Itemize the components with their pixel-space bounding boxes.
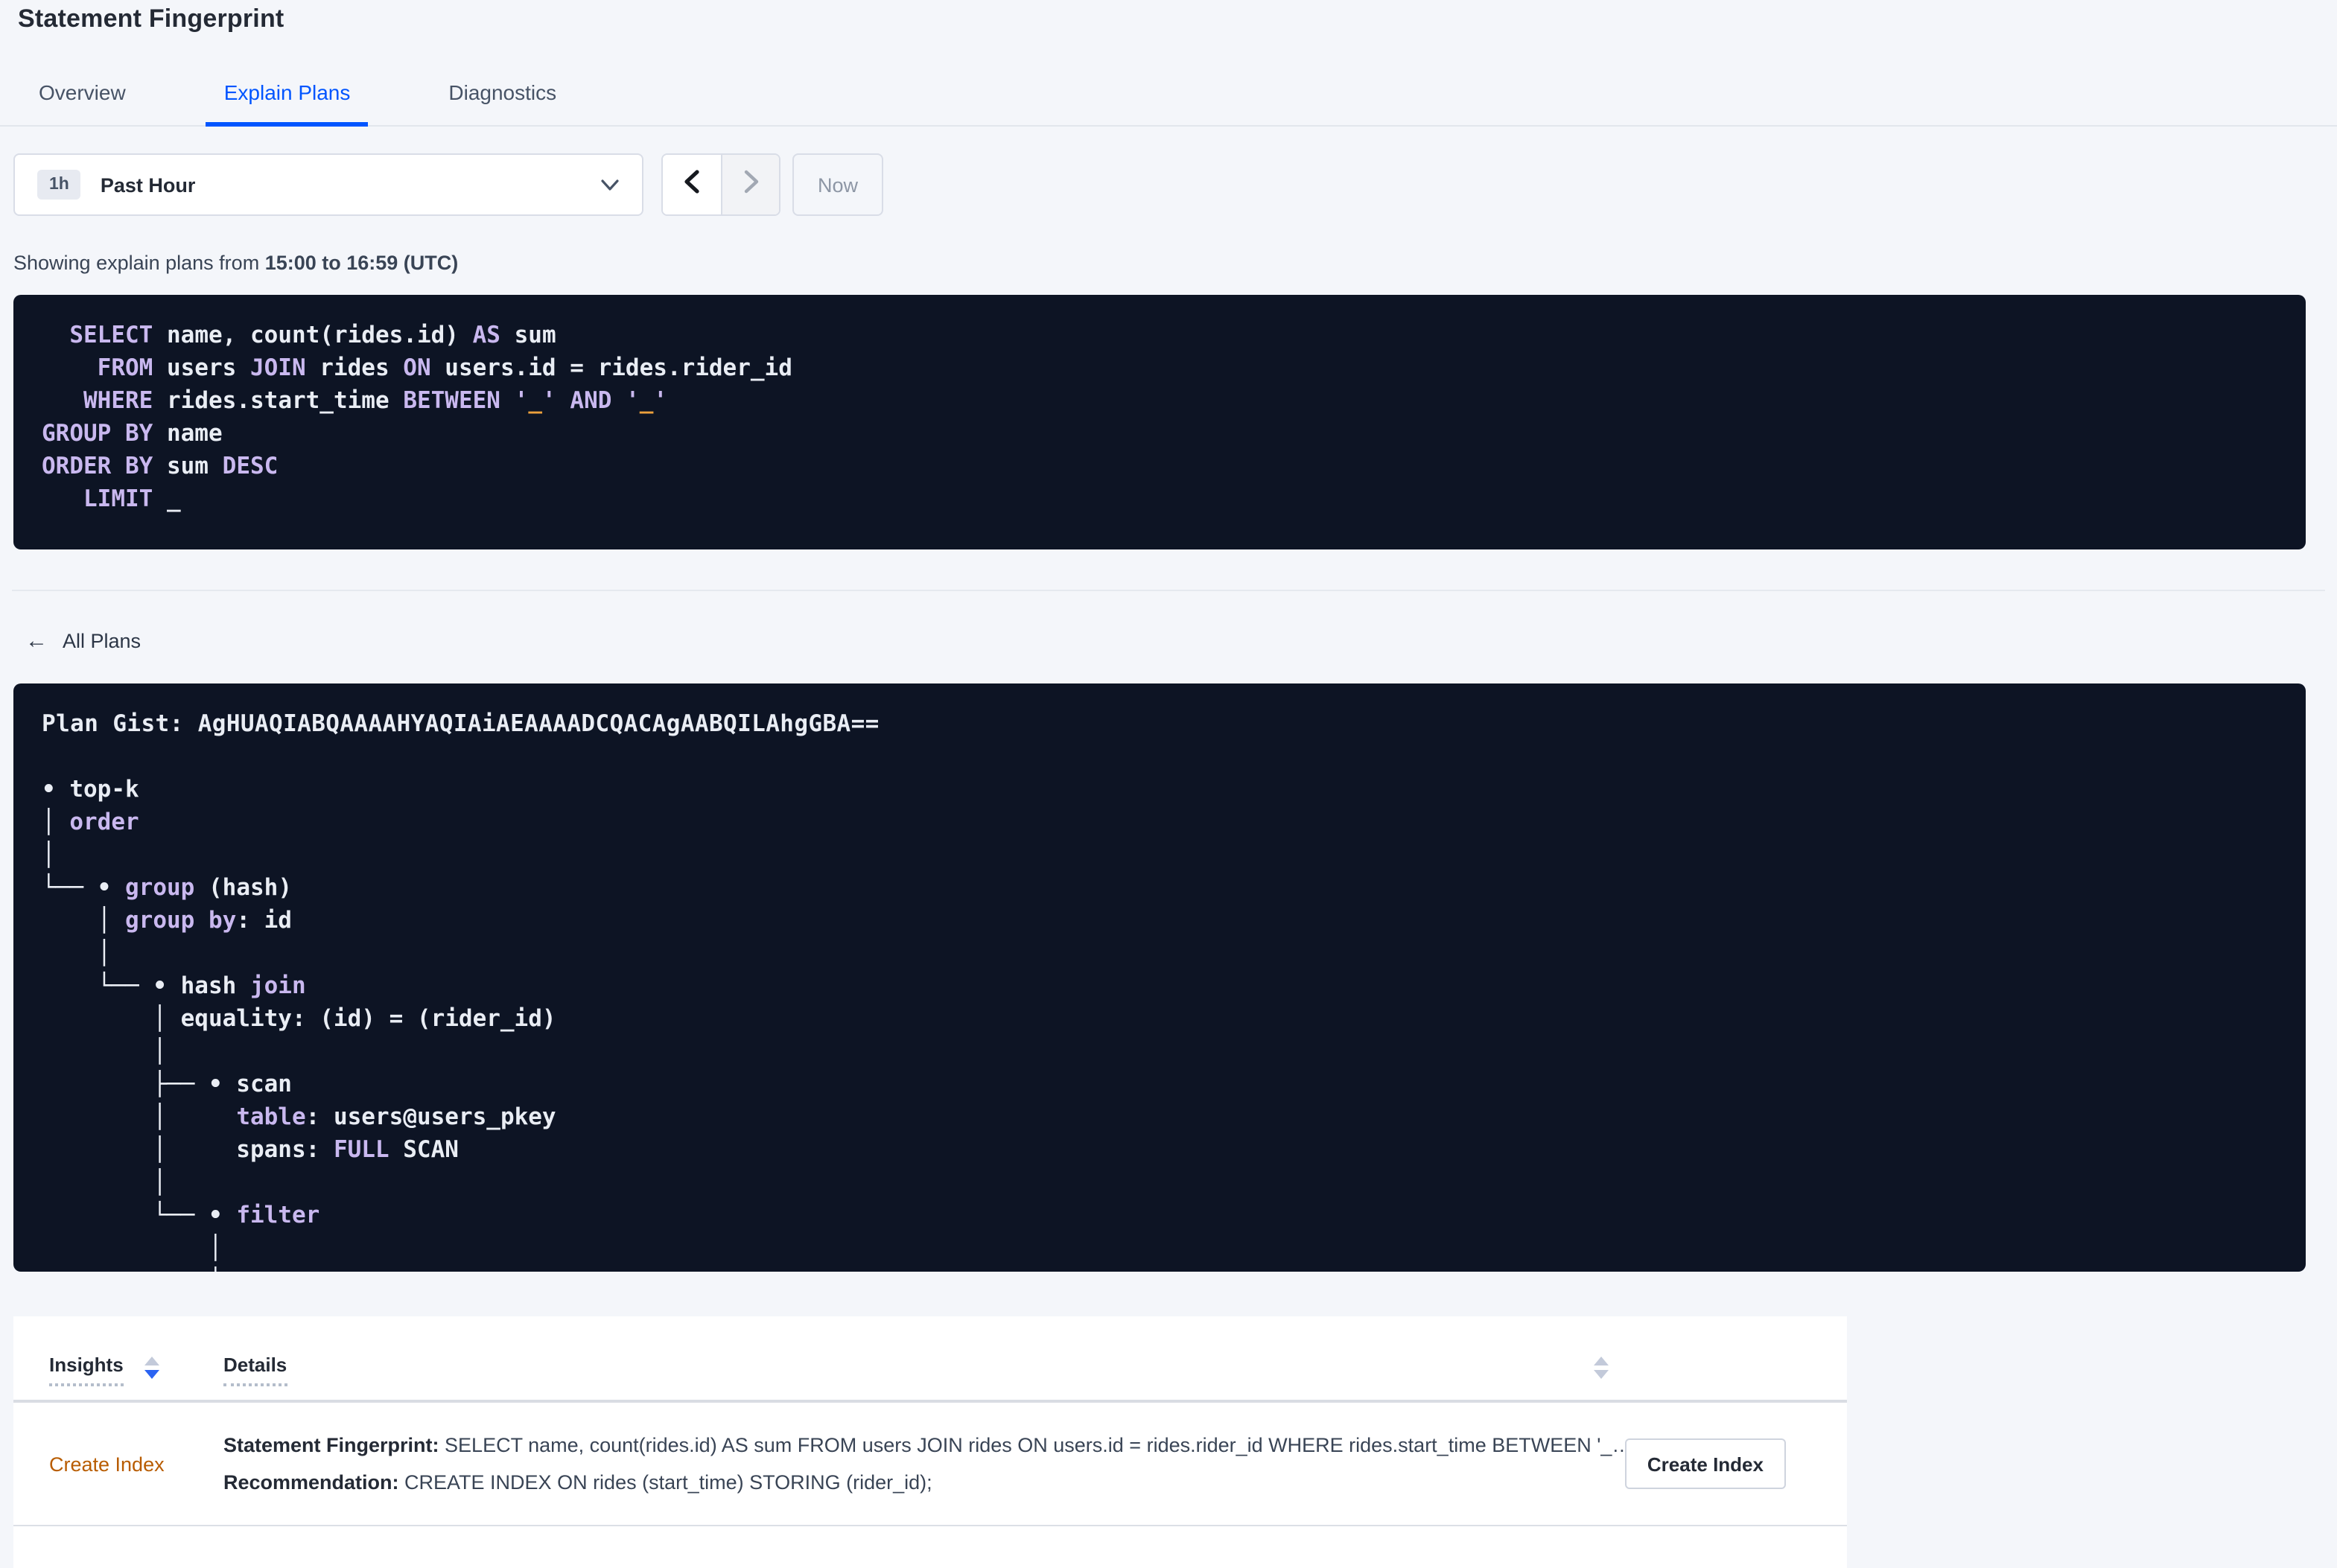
plan-gist-block: Plan Gist: AgHUAQIABQAAAAHYAQIAiAEAAAADC… bbox=[13, 683, 2306, 1272]
tab-bar: Overview Explain Plans Diagnostics bbox=[0, 66, 2337, 127]
tab-explain-plans[interactable]: Explain Plans bbox=[206, 66, 369, 127]
insights-table: Insights Details Create Index Statement … bbox=[13, 1316, 1847, 1568]
section-divider bbox=[12, 590, 2325, 591]
insight-type-link[interactable]: Create Index bbox=[49, 1453, 223, 1475]
sort-up-arrow bbox=[144, 1357, 159, 1365]
sort-icon-details[interactable] bbox=[1594, 1354, 1609, 1386]
next-range-button[interactable] bbox=[721, 155, 779, 214]
all-plans-label: All Plans bbox=[63, 630, 142, 652]
all-plans-back-link[interactable]: ← All Plans bbox=[25, 628, 141, 654]
now-button[interactable]: Now bbox=[792, 153, 883, 216]
previous-range-button[interactable] bbox=[663, 155, 721, 214]
sort-down-arrow bbox=[1594, 1370, 1609, 1379]
arrow-left-icon: ← bbox=[25, 628, 48, 654]
table-row: Create Index Statement Fingerprint: SELE… bbox=[13, 1403, 1847, 1526]
statement-fingerprint-line: Statement Fingerprint: SELECT name, coun… bbox=[223, 1434, 1625, 1456]
chevron-left-icon bbox=[684, 169, 700, 200]
time-range-label: Past Hour bbox=[100, 173, 196, 196]
showing-range-text: Showing explain plans from 15:00 to 16:5… bbox=[13, 252, 459, 274]
recommendation-line: Recommendation: CREATE INDEX ON rides (s… bbox=[223, 1471, 932, 1494]
chevron-down-icon bbox=[600, 178, 620, 191]
sql-statement-block: SELECT name, count(rides.id) AS sum FROM… bbox=[13, 295, 2306, 549]
sort-icon-insights[interactable] bbox=[144, 1354, 159, 1379]
tab-overview[interactable]: Overview bbox=[21, 66, 144, 127]
sort-down-arrow bbox=[144, 1370, 159, 1379]
time-range-select[interactable]: 1h Past Hour bbox=[13, 153, 643, 216]
column-header-insights[interactable]: Insights bbox=[49, 1354, 124, 1386]
chevron-right-icon bbox=[743, 169, 759, 200]
page-title: Statement Fingerprint bbox=[18, 4, 284, 33]
time-controls: 1h Past Hour Now bbox=[13, 153, 2337, 216]
interval-badge: 1h bbox=[37, 170, 81, 200]
insights-table-header: Insights Details bbox=[13, 1316, 1847, 1403]
insight-details-cell: Statement Fingerprint: SELECT name, coun… bbox=[223, 1427, 1625, 1501]
time-range-value: 15:00 to 16:59 (UTC) bbox=[264, 252, 459, 274]
column-header-details[interactable]: Details bbox=[223, 1354, 287, 1386]
statement-fingerprint-page: Statement Fingerprint Overview Explain P… bbox=[0, 0, 2337, 1568]
tab-diagnostics[interactable]: Diagnostics bbox=[430, 66, 574, 127]
create-index-button[interactable]: Create Index bbox=[1624, 1438, 1786, 1489]
sort-up-arrow bbox=[1594, 1357, 1609, 1365]
time-range-nav bbox=[661, 153, 780, 216]
